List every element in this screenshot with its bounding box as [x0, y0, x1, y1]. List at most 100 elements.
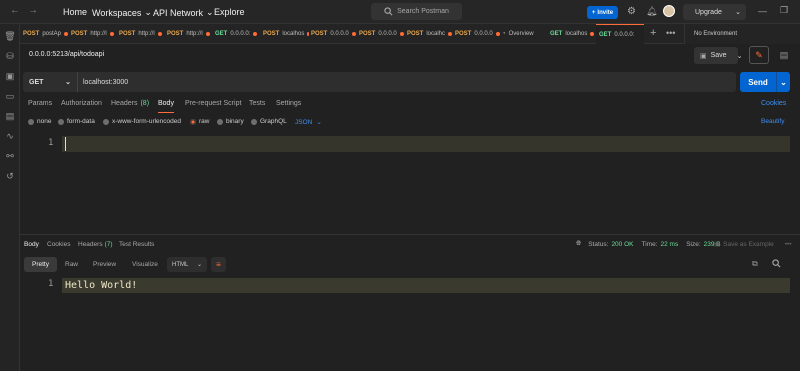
request-tab[interactable]: POST http://l: [119, 24, 164, 44]
radio-none[interactable]: none: [28, 118, 51, 125]
format-preview[interactable]: Preview: [85, 257, 124, 272]
search-input[interactable]: Search Postman: [371, 3, 462, 20]
radio-selected-icon: [190, 118, 196, 125]
request-tab[interactable]: GET localhos: [550, 24, 596, 44]
apis-icon[interactable]: ▣: [4, 70, 16, 82]
save-as-example-button[interactable]: ▣ Save as Example •••: [714, 240, 792, 249]
radio-binary[interactable]: binary: [217, 118, 244, 125]
request-tab[interactable]: GET 0.0.0.0:: [215, 24, 261, 44]
tab-headers-label: Headers: [111, 100, 138, 107]
more-tabs-icon[interactable]: •••: [666, 28, 675, 38]
unsaved-dot-icon: [157, 32, 162, 36]
format-pretty[interactable]: Pretty: [24, 257, 57, 272]
more-icon[interactable]: •••: [785, 241, 792, 248]
copy-icon[interactable]: ⧉: [752, 259, 758, 269]
radio-urlencoded[interactable]: x-www-form-urlencoded: [103, 118, 181, 125]
radio-label: GraphQL: [260, 118, 287, 125]
request-tab[interactable]: POST http://l: [167, 24, 212, 44]
tab-pre-request-script[interactable]: Pre-request Script: [185, 100, 241, 107]
url-input[interactable]: localhost:3000: [83, 72, 128, 92]
request-tab[interactable]: POST localhos: [263, 24, 309, 44]
method-select[interactable]: GET ⌄: [23, 72, 78, 92]
maximize-icon[interactable]: ❐: [780, 5, 788, 16]
edit-pencil-icon[interactable]: ✎: [749, 46, 769, 64]
tab-strip: POST postAp POST http://l POST http://l POS…: [20, 24, 684, 44]
raw-type-label: JSON: [295, 118, 313, 126]
avatar[interactable]: [663, 5, 675, 17]
radio-form-data[interactable]: form-data: [58, 118, 95, 125]
response-language-select[interactable]: HTML ⌄: [167, 257, 207, 272]
response-tab-body[interactable]: Body: [24, 241, 39, 248]
back-arrow-icon[interactable]: ←: [10, 5, 20, 16]
monitors-icon[interactable]: ∿: [4, 130, 16, 142]
editor-active-line[interactable]: [62, 136, 790, 152]
upgrade-button[interactable]: Upgrade ⌄: [683, 4, 746, 20]
environment-selector[interactable]: No Environment: [684, 24, 800, 44]
environments-icon[interactable]: ▭: [4, 90, 16, 102]
cookies-link[interactable]: Cookies: [761, 100, 786, 107]
pane-divider[interactable]: [20, 234, 800, 235]
nav-explore[interactable]: Explore: [214, 7, 245, 17]
nav-api-network[interactable]: API Network ⌄: [153, 7, 214, 18]
raw-type-select[interactable]: JSON ⌄: [295, 118, 322, 127]
new-tab-plus-icon[interactable]: +: [650, 27, 656, 39]
radio-graphql[interactable]: GraphQL: [251, 118, 287, 125]
response-tab-headers[interactable]: Headers (7): [78, 241, 113, 248]
nav-workspaces[interactable]: Workspaces ⌄: [92, 7, 152, 18]
radio-raw[interactable]: raw: [190, 118, 209, 125]
status-label: Status:: [588, 240, 609, 248]
history-icon[interactable]: ↺: [4, 170, 16, 182]
chevron-down-icon: ⌄: [196, 262, 202, 268]
beautify-link[interactable]: Beautify: [761, 118, 785, 125]
request-tab[interactable]: POST 0.0.0.0: [455, 24, 501, 44]
bell-icon[interactable]: 🔔︎: [646, 6, 657, 17]
trash-icon[interactable]: 🗑︎: [4, 30, 16, 42]
documentation-icon[interactable]: ▤: [775, 46, 793, 64]
nav-home[interactable]: Home: [63, 7, 87, 17]
save-icon: ▣: [700, 52, 707, 60]
send-button[interactable]: Send ⌄: [740, 72, 790, 92]
request-tab[interactable]: POST postAp: [23, 24, 68, 44]
chevron-down-icon[interactable]: ⌄: [776, 72, 790, 92]
send-label: Send: [748, 77, 768, 87]
request-tab[interactable]: POST 0.0.0.0: [359, 24, 405, 44]
response-headers-count: (7): [104, 241, 113, 248]
add-user-icon: +: [591, 9, 596, 16]
forward-arrow-icon[interactable]: →: [28, 5, 38, 16]
tab-authorization[interactable]: Authorization: [61, 100, 102, 107]
tab-settings[interactable]: Settings: [276, 100, 301, 107]
request-tab[interactable]: POST 0.0.0.0: [311, 24, 357, 44]
overview-tab[interactable]: ◔ Overview: [502, 24, 548, 44]
tab-params[interactable]: Params: [28, 100, 52, 107]
minimize-icon[interactable]: —: [758, 6, 767, 16]
tab-headers[interactable]: Headers (8): [111, 100, 149, 107]
tab-label: localhos: [282, 31, 305, 37]
chevron-down-icon: ⌄: [65, 79, 71, 86]
response-tab-cookies[interactable]: Cookies: [47, 241, 70, 248]
time-value[interactable]: 22 ms: [661, 241, 679, 248]
tab-method: POST: [311, 31, 328, 37]
request-tab-active[interactable]: GET 0.0.0.0:: [596, 24, 644, 44]
size-label: Size:: [686, 240, 701, 248]
flows-icon[interactable]: ⚯: [4, 150, 16, 162]
request-tab[interactable]: POST localhc: [407, 24, 453, 44]
format-visualize[interactable]: Visualize: [124, 257, 166, 272]
radio-label: none: [37, 118, 52, 125]
tab-body[interactable]: Body: [158, 100, 174, 107]
response-tab-test-results[interactable]: Test Results: [119, 241, 154, 248]
mock-servers-icon[interactable]: ▤: [4, 110, 16, 122]
tab-tests[interactable]: Tests: [249, 100, 265, 107]
save-button[interactable]: ▣ Save ⌄: [694, 47, 742, 64]
invite-button[interactable]: + Invite: [587, 6, 618, 19]
wrap-lines-icon[interactable]: ≡: [211, 257, 226, 272]
search-icon[interactable]: [772, 259, 781, 268]
collections-icon[interactable]: ⛁: [4, 50, 16, 62]
tab-method: POST: [23, 31, 40, 37]
radio-circle-icon: [58, 118, 64, 125]
status-value[interactable]: 200 OK: [611, 241, 633, 248]
environment-label: No Environment: [694, 31, 738, 37]
tab-label: http://l: [90, 31, 107, 37]
request-tab[interactable]: POST http://l: [71, 24, 116, 44]
format-raw[interactable]: Raw: [57, 257, 86, 272]
gear-icon[interactable]: ⚙: [627, 6, 636, 17]
